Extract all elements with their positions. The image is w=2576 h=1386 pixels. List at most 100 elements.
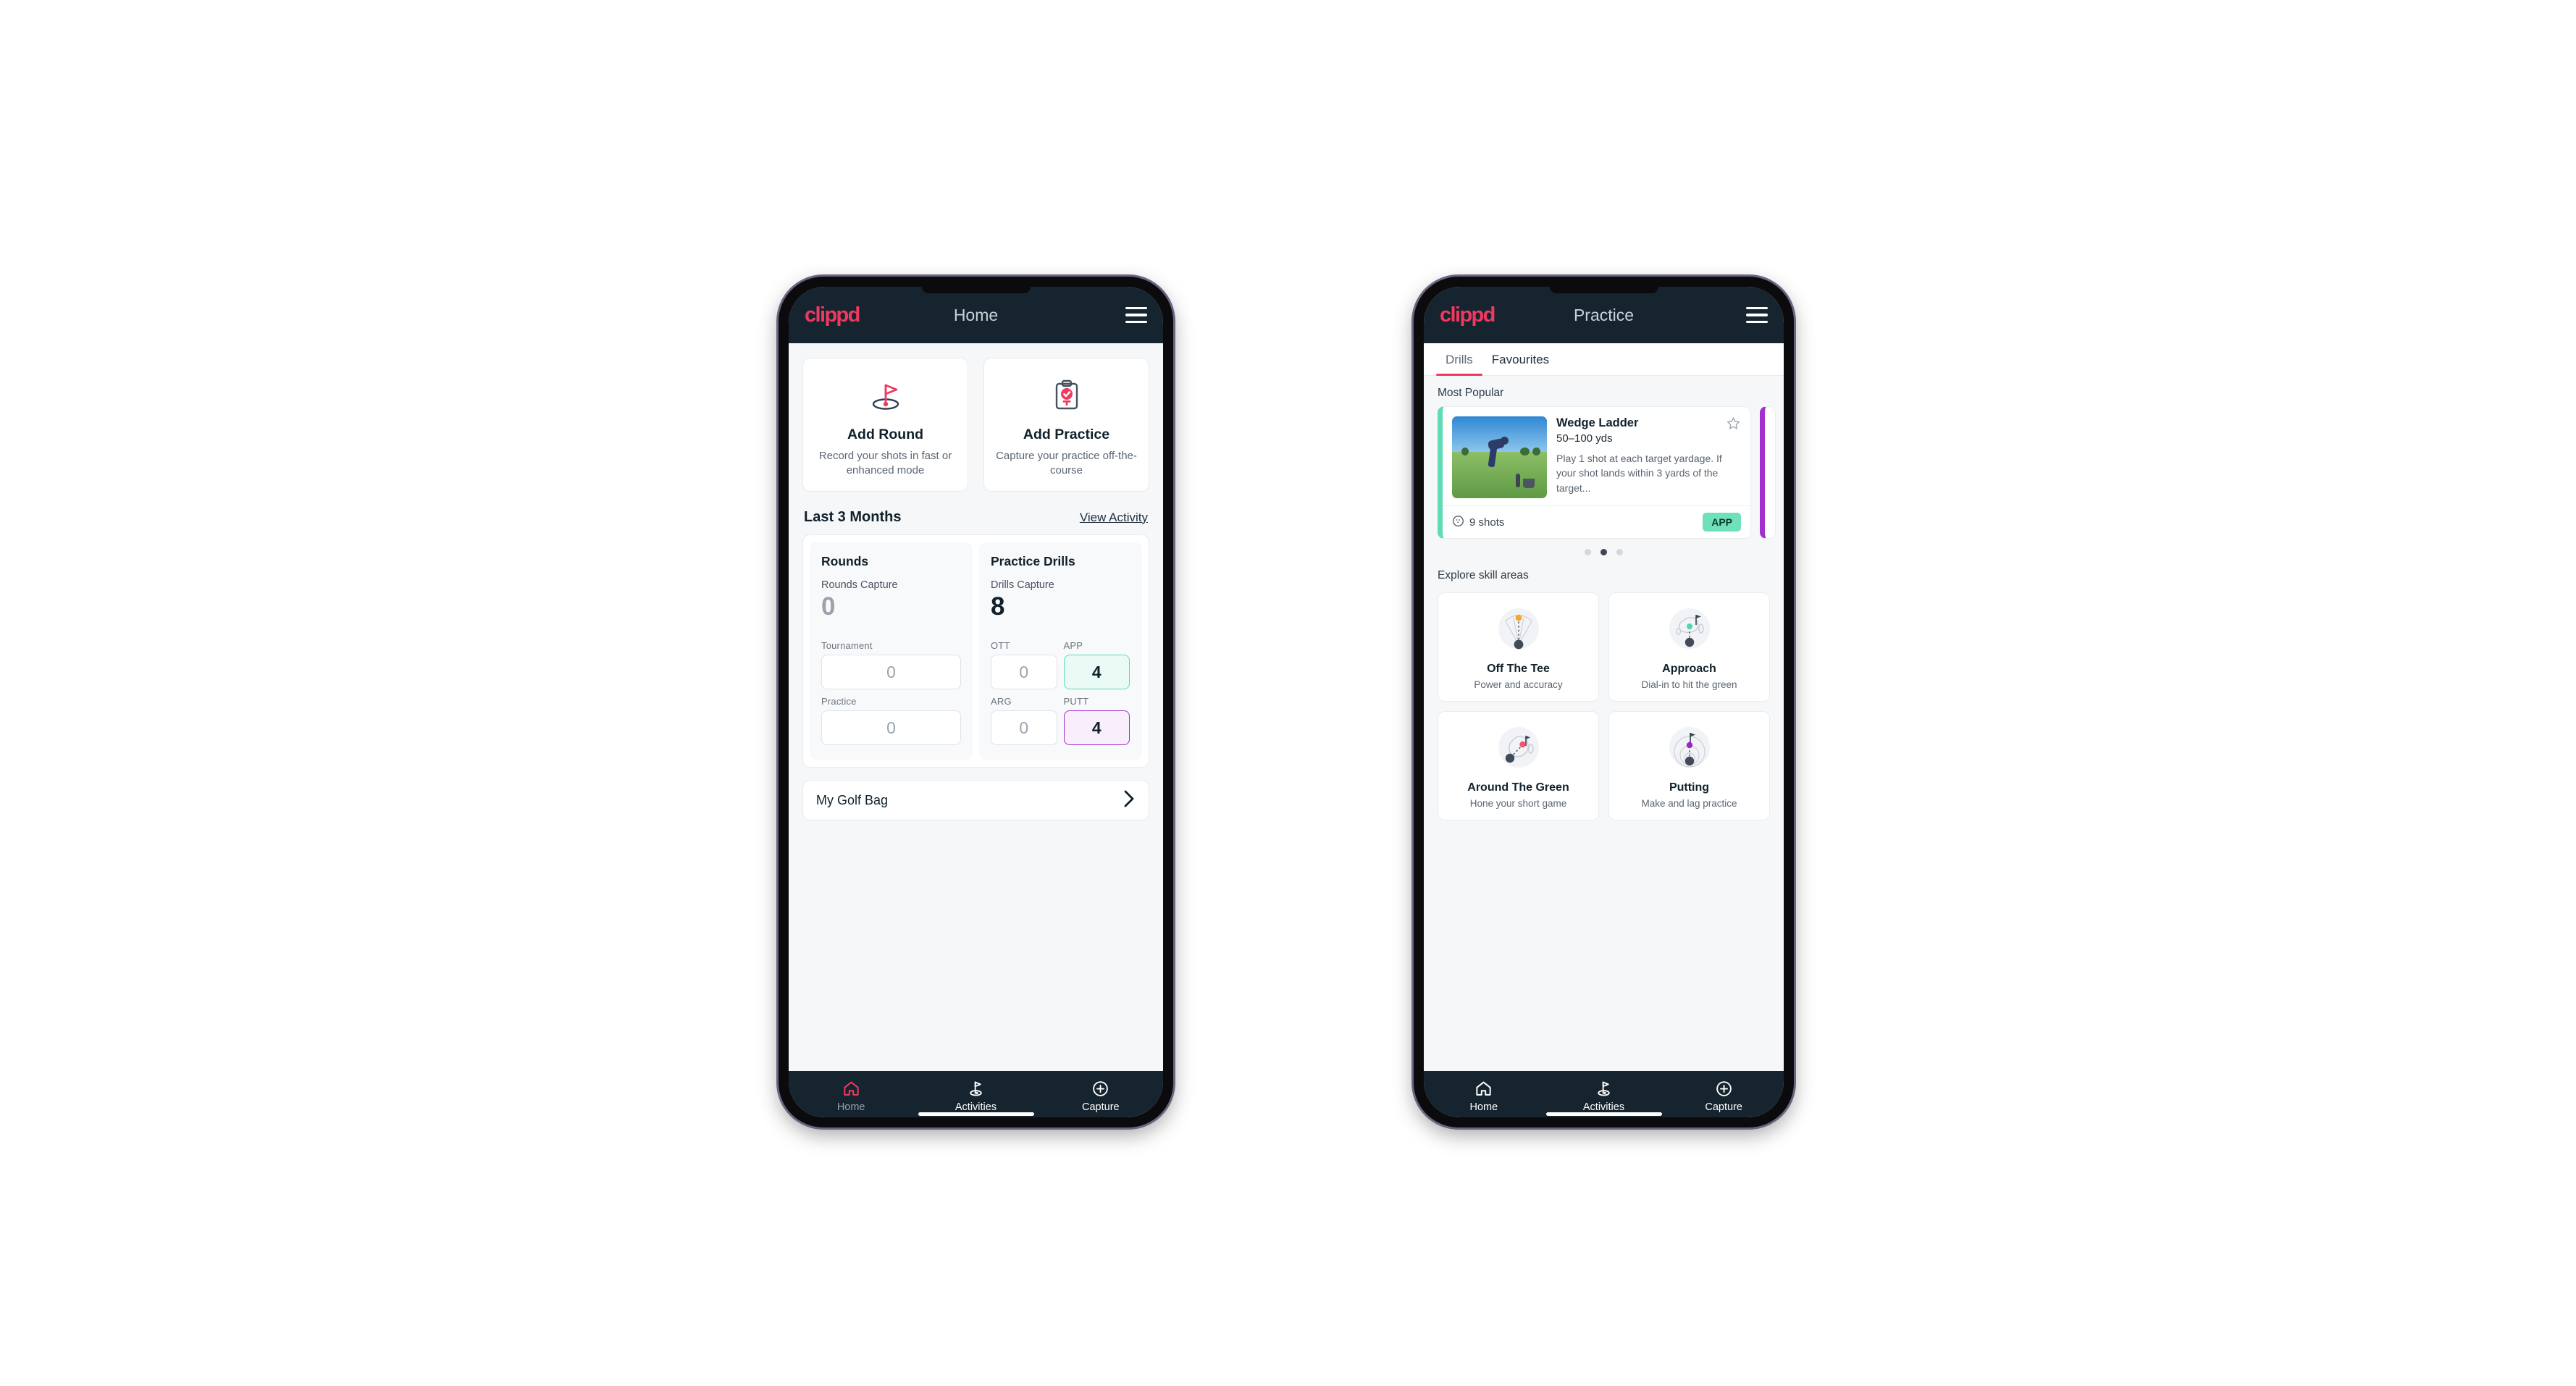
skill-sub-off-the-tee: Power and accuracy: [1474, 679, 1563, 690]
phone-notch: [921, 287, 1031, 293]
rounds-practice-label: Practice: [821, 696, 857, 707]
carousel-dot-2[interactable]: [1600, 549, 1607, 555]
quick-action-row: Add Round Record your shots in fast or e…: [789, 343, 1163, 492]
skill-card-around-the-green[interactable]: Around The Green Hone your short game: [1438, 711, 1599, 820]
practice-screen: clippd Practice Drills Favourites Most P…: [1424, 287, 1784, 1117]
rounds-tournament-stat: Tournament 0: [821, 640, 961, 690]
golf-flag-icon: [967, 1079, 985, 1098]
stats-card: Rounds Rounds Capture 0 Tournament 0 Pra…: [802, 534, 1149, 768]
drill-thumbnail: [1452, 416, 1547, 498]
drills-title: Practice Drills: [991, 553, 1075, 568]
my-golf-bag-row[interactable]: My Golf Bag: [802, 780, 1149, 821]
home-bottom-nav: Home Activities Capture: [789, 1071, 1163, 1117]
hamburger-menu-icon[interactable]: [1746, 307, 1768, 323]
skill-card-approach[interactable]: Approach Dial-in to hit the green: [1608, 592, 1770, 702]
carousel-dot-3[interactable]: [1616, 549, 1623, 555]
approach-green-icon: [1659, 602, 1720, 658]
chevron-right-icon: [1123, 789, 1136, 812]
section-title: Last 3 Months: [804, 508, 902, 525]
practice-appbar: clippd Practice: [1424, 287, 1784, 343]
practice-tabs: Drills Favourites: [1424, 343, 1784, 376]
drill-card-wedge-ladder[interactable]: Wedge Ladder 50–100 yds Play 1 shot at e…: [1438, 406, 1751, 539]
skill-card-putting[interactable]: Putting Make and lag practice: [1608, 711, 1770, 820]
rounds-title: Rounds: [821, 553, 869, 568]
drill-arg-value[interactable]: 0: [991, 710, 1057, 746]
skill-card-off-the-tee[interactable]: Off The Tee Power and accuracy: [1438, 592, 1599, 702]
drill-card-next-peek[interactable]: [1760, 406, 1776, 539]
drill-shots-label: 9 shots: [1469, 516, 1505, 529]
skill-sub-approach: Dial-in to hit the green: [1641, 679, 1737, 690]
skill-name-off-the-tee: Off The Tee: [1487, 663, 1550, 675]
rounds-practice-value[interactable]: 0: [821, 710, 961, 746]
my-golf-bag-label: My Golf Bag: [816, 792, 889, 807]
skill-name-around-the-green: Around The Green: [1467, 781, 1569, 794]
phone-mockup-home: clippd Home Add Round Record your shots …: [779, 277, 1173, 1127]
home-indicator-bar: [918, 1112, 1034, 1116]
nav-home-label: Home: [836, 1101, 865, 1113]
nav-activities[interactable]: Activities: [1544, 1079, 1664, 1113]
practice-drills-column: Practice Drills Drills Capture 8 OTT 0 A…: [979, 542, 1142, 760]
plus-circle-icon: [1715, 1079, 1733, 1098]
rounds-column: Rounds Rounds Capture 0 Tournament 0 Pra…: [810, 542, 973, 760]
nav-activities-label: Activities: [1582, 1101, 1625, 1113]
rounds-capture-label: Rounds Capture: [821, 579, 898, 591]
rounds-tournament-label: Tournament: [821, 640, 873, 652]
drills-capture-value: 8: [991, 592, 1005, 621]
skill-name-putting: Putting: [1669, 781, 1710, 794]
home-indicator-bar: [1545, 1112, 1662, 1116]
skill-name-approach: Approach: [1662, 663, 1716, 675]
add-practice-subtitle: Capture your practice off-the-course: [996, 450, 1137, 477]
carousel-dot-1[interactable]: [1585, 549, 1591, 555]
tab-favourites[interactable]: Favourites: [1482, 343, 1558, 375]
add-round-card[interactable]: Add Round Record your shots in fast or e…: [802, 358, 968, 492]
drill-app-value[interactable]: 4: [1063, 655, 1130, 690]
nav-home-label: Home: [1469, 1101, 1498, 1113]
add-round-subtitle: Record your shots in fast or enhanced mo…: [818, 450, 952, 477]
skill-sub-around-the-green: Hone your short game: [1469, 798, 1567, 809]
drill-card-top: Wedge Ladder 50–100 yds Play 1 shot at e…: [1443, 407, 1750, 505]
rounds-breakdown: Tournament 0 Practice 0: [821, 640, 961, 746]
nav-capture[interactable]: Capture: [1664, 1079, 1784, 1113]
nav-home[interactable]: Home: [789, 1079, 913, 1113]
carousel-dots: [1424, 539, 1784, 558]
nav-capture[interactable]: Capture: [1039, 1079, 1163, 1113]
drill-shots: 9 shots: [1452, 515, 1504, 530]
nav-home[interactable]: Home: [1424, 1079, 1544, 1113]
add-practice-title: Add Practice: [1023, 427, 1110, 442]
drill-stat-app: APP 4: [1063, 640, 1130, 690]
drill-skill-badge: APP: [1703, 513, 1741, 532]
drills-capture-label: Drills Capture: [991, 579, 1054, 591]
drill-yardage: 50–100 yds: [1556, 432, 1613, 445]
drill-stat-putt: PUTT 4: [1063, 696, 1130, 746]
tab-drills[interactable]: Drills: [1436, 343, 1482, 376]
home-icon: [1474, 1079, 1493, 1098]
home-content: Add Round Record your shots in fast or e…: [789, 343, 1163, 1071]
rounds-capture-value: 0: [821, 592, 836, 621]
rounds-tournament-value[interactable]: 0: [821, 655, 961, 690]
golf-flag-icon: [1595, 1079, 1613, 1098]
drill-putt-value[interactable]: 4: [1063, 710, 1130, 746]
nav-capture-label: Capture: [1082, 1101, 1120, 1113]
drill-carousel[interactable]: Wedge Ladder 50–100 yds Play 1 shot at e…: [1424, 406, 1784, 539]
hamburger-menu-icon[interactable]: [1125, 307, 1147, 323]
drill-putt-label: PUTT: [1063, 696, 1089, 707]
putting-rings-icon: [1659, 721, 1720, 776]
nav-activities[interactable]: Activities: [913, 1079, 1038, 1113]
tee-shot-fan-icon: [1488, 602, 1549, 658]
view-activity-link[interactable]: View Activity: [1080, 511, 1148, 525]
around-green-icon: [1488, 721, 1549, 776]
plus-circle-icon: [1091, 1079, 1109, 1098]
star-outline-icon[interactable]: [1726, 416, 1741, 434]
drill-description: Play 1 shot at each target yardage. If y…: [1556, 453, 1722, 494]
clippd-logo[interactable]: clippd: [805, 304, 860, 326]
golf-ball-icon: [1452, 515, 1464, 530]
clipboard-check-icon: [1046, 373, 1087, 418]
drill-stat-arg: ARG 0: [991, 696, 1057, 746]
home-appbar: clippd Home: [789, 287, 1163, 343]
last-3-months-header: Last 3 Months View Activity: [789, 492, 1163, 534]
clippd-logo[interactable]: clippd: [1440, 304, 1495, 326]
drills-breakdown: OTT 0 APP 4 ARG 0 PUTT 4: [991, 640, 1130, 746]
most-popular-label: Most Popular: [1438, 387, 1504, 399]
drill-ott-value[interactable]: 0: [991, 655, 1057, 690]
add-practice-card[interactable]: Add Practice Capture your practice off-t…: [983, 358, 1149, 492]
